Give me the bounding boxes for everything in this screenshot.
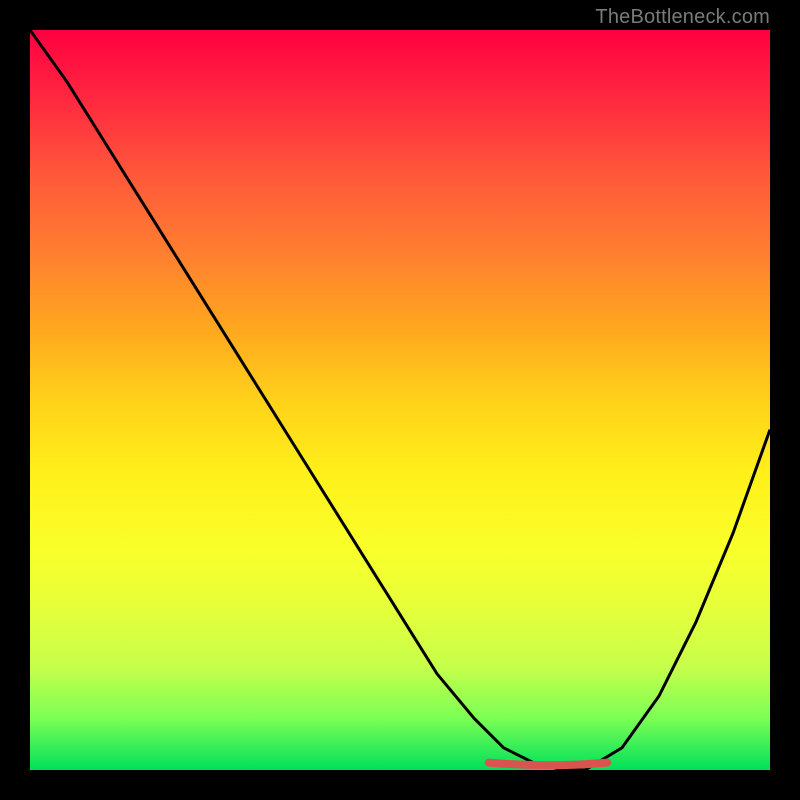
bottleneck-curve [30, 30, 770, 770]
plot-area [30, 30, 770, 770]
watermark-text: TheBottleneck.com [595, 6, 770, 29]
chart-svg [30, 30, 770, 770]
chart-container: TheBottleneck.com [0, 0, 800, 800]
optimal-range-marker [489, 763, 607, 766]
